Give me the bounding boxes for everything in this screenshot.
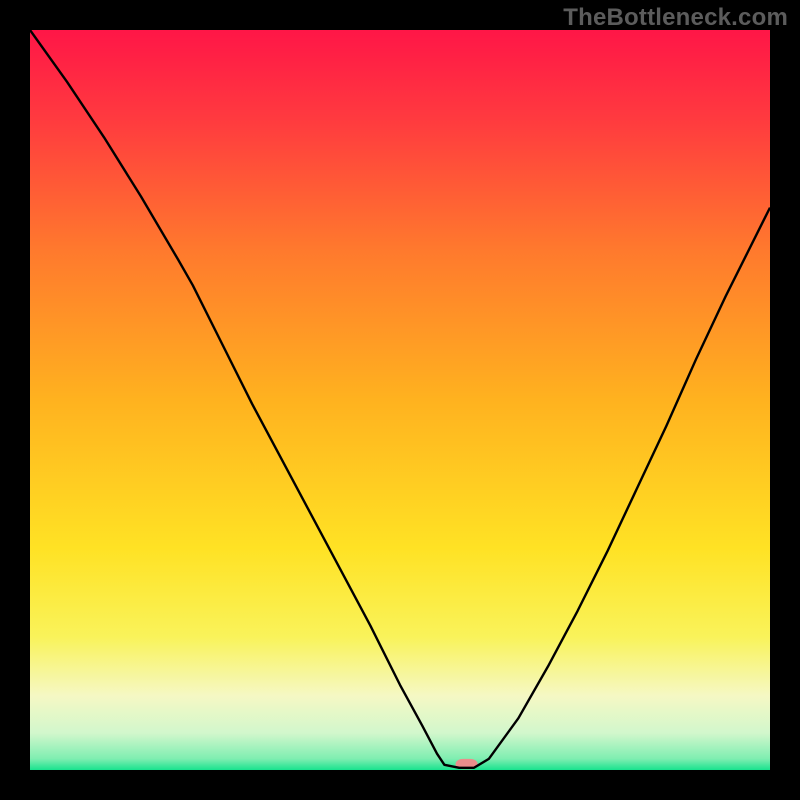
watermark-text: TheBottleneck.com bbox=[563, 4, 788, 32]
chart-frame: TheBottleneck.com bbox=[0, 0, 800, 800]
chart-svg bbox=[30, 30, 770, 770]
plot-area bbox=[30, 30, 770, 770]
gradient-background bbox=[30, 30, 770, 770]
